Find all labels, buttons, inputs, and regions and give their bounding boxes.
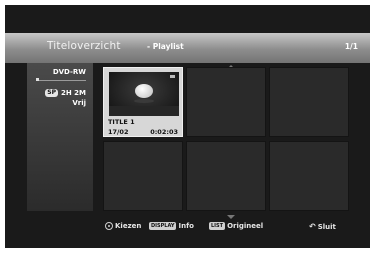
select-hint: Kiezen bbox=[105, 222, 141, 230]
disc-info-panel: DVD-RW SP 2H 2M Vrij bbox=[27, 63, 93, 211]
page-subtitle: - Playlist bbox=[147, 42, 184, 51]
empty-slot[interactable] bbox=[269, 141, 349, 211]
recording-mode-row: SP 2H 2M bbox=[45, 89, 86, 97]
title-grid: TITLE 1 17/02 0:02:03 bbox=[101, 63, 351, 213]
empty-slot[interactable] bbox=[186, 141, 266, 211]
thumbnail-ball bbox=[135, 84, 153, 98]
osd-screen: Titeloverzicht - Playlist 1/1 DVD-RW SP … bbox=[5, 5, 370, 248]
close-label: Sluit bbox=[317, 222, 336, 231]
remaining-time: 2H 2M bbox=[60, 89, 86, 97]
thumbnail-ground bbox=[109, 106, 179, 116]
thumbnail-mark bbox=[170, 75, 175, 78]
title-name: TITLE 1 bbox=[108, 118, 135, 126]
free-space-label: Vrij bbox=[72, 99, 86, 107]
select-label: Kiezen bbox=[115, 222, 142, 230]
display-key-icon: DISPLAY bbox=[149, 222, 177, 230]
title-date: 17/02 bbox=[108, 128, 129, 136]
disc-type: DVD-RW bbox=[52, 68, 86, 76]
original-label: Origineel bbox=[227, 222, 264, 230]
list-key-icon: LIST bbox=[209, 222, 226, 230]
sp-mode-badge: SP bbox=[45, 89, 58, 97]
page-title: Titeloverzicht bbox=[47, 40, 121, 52]
info-hint: DISPLAY Info bbox=[149, 222, 194, 230]
empty-slot[interactable] bbox=[186, 67, 266, 137]
empty-slot[interactable] bbox=[103, 141, 183, 211]
info-label: Info bbox=[178, 222, 194, 230]
disc-usage-bar bbox=[36, 80, 86, 81]
disc-usage-indicator bbox=[36, 78, 39, 81]
help-bar: Kiezen DISPLAY Info LIST Origineel ↶ Slu… bbox=[5, 219, 370, 237]
original-hint: LIST Origineel bbox=[209, 222, 263, 230]
page-indicator: 1/1 bbox=[344, 42, 358, 51]
title-duration: 0:02:03 bbox=[150, 128, 178, 136]
return-icon: ↶ bbox=[309, 222, 316, 231]
thumbnail-image bbox=[109, 72, 179, 116]
title-thumbnail-1[interactable]: TITLE 1 17/02 0:02:03 bbox=[103, 67, 183, 137]
ok-button-icon bbox=[105, 222, 113, 230]
close-hint: ↶ Sluit bbox=[309, 222, 336, 231]
title-bar: Titeloverzicht - Playlist 1/1 bbox=[5, 33, 370, 63]
thumbnail-shadow bbox=[134, 99, 154, 103]
empty-slot[interactable] bbox=[269, 67, 349, 137]
